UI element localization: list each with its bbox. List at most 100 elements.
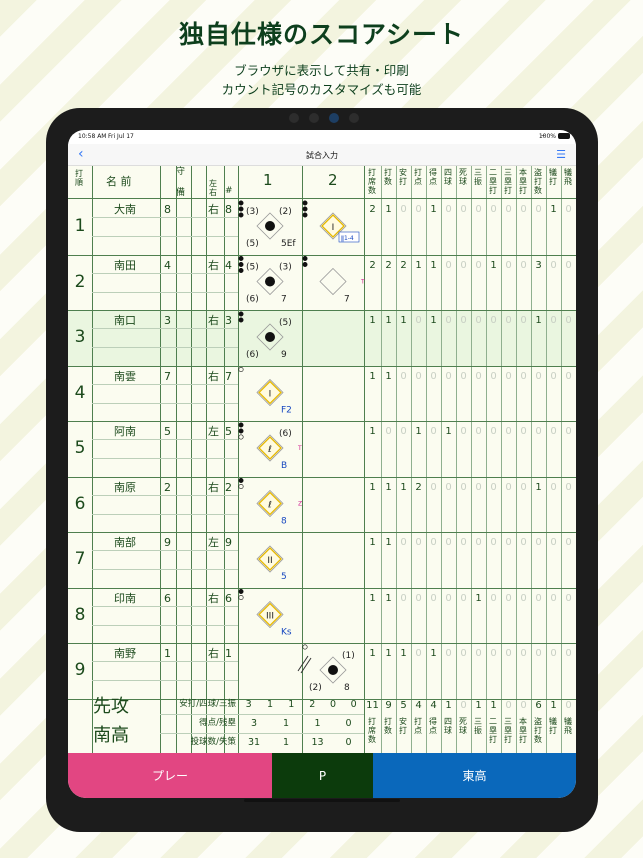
count-dot [302, 644, 308, 650]
side-note: Z [298, 501, 302, 508]
totals-value: 2 [309, 699, 316, 710]
list-icon[interactable]: ☰ [556, 148, 566, 161]
play-button[interactable]: プレー [68, 753, 272, 798]
play-cell[interactable]: ℓ (6) B T [256, 429, 302, 471]
totals-value: 0 [329, 699, 336, 710]
count-dot [238, 422, 244, 428]
count-dot [238, 588, 244, 594]
advance-note: (1) [342, 651, 355, 661]
play-mark: III [266, 612, 274, 622]
stat-footer: 四球 [444, 717, 452, 735]
play-mark: ℓ [267, 445, 272, 455]
count-dot [238, 262, 244, 268]
count-dot [238, 311, 244, 317]
play-cell[interactable]: (3) (2) (5) 5Ef [246, 207, 296, 249]
count-dot [238, 206, 244, 212]
play-cell[interactable]: II 5 [256, 545, 287, 582]
count-dot [302, 256, 308, 262]
total-stat: 0 [460, 700, 467, 711]
stat-footer: 死球 [459, 717, 467, 735]
count-dot [238, 212, 244, 218]
result-note: Ks [281, 628, 292, 638]
team-name: 南高 [93, 725, 129, 746]
stat-footer: 犠飛 [564, 717, 572, 735]
count-dot [238, 594, 244, 600]
total-stat: 1 [475, 700, 482, 711]
stat-footer: 犠打 [549, 717, 557, 735]
run-scored-dot [265, 276, 275, 287]
total-stat: 6 [535, 700, 542, 711]
count-dot [238, 200, 244, 206]
diamond-shape [319, 267, 347, 296]
count-dot [302, 212, 308, 218]
advance-note: (6) [246, 350, 259, 360]
home-indicator [244, 799, 400, 802]
result-note: 9 [281, 350, 287, 360]
play-cell[interactable]: I F2 [256, 378, 292, 416]
result-note: 5 [281, 572, 287, 582]
advance-note: (6) [279, 429, 292, 439]
total-stat: 0 [505, 700, 512, 711]
pitcher-button[interactable]: P [272, 753, 373, 798]
play-mark: I [332, 223, 335, 233]
totals-value: 13 [311, 737, 324, 748]
promo-subtitle-1: ブラウザに表示して共有・印刷 [234, 63, 409, 78]
play-cell[interactable]: I ǁ1-4 [319, 212, 360, 243]
count-dot [238, 434, 244, 440]
camera-dot [349, 113, 359, 123]
score-sheet[interactable]: 打順 名 前 守 備 左右 # 1 2 打席数打数安打打点得点四球死球三振二塁打… [68, 166, 576, 753]
advance-note: (6) [246, 295, 259, 305]
count-dot [302, 200, 308, 206]
side-note: T [297, 445, 302, 452]
stat-footer: 三塁打 [504, 717, 512, 744]
play-diagrams: (3) (2)(5) 5EfIǁ1-4(5) (3)(6) 7 7T(5)(6) 9IF2ℓ… [238, 200, 365, 693]
camera-dot [289, 113, 299, 123]
count-dot [238, 268, 244, 274]
result-note: F2 [281, 406, 292, 416]
stat-footer: 打点 [414, 717, 422, 735]
inning-change-mark [300, 657, 312, 674]
totals-label: 投球数/失策 [190, 737, 236, 747]
totals-value: 3 [245, 699, 252, 710]
advance-note: (2) [279, 207, 292, 217]
total-stat: 4 [430, 700, 437, 711]
run-scored-dot [328, 665, 338, 675]
totals-value: 1 [314, 718, 321, 729]
stat-footer: 打数 [384, 717, 392, 735]
totals-value: 1 [282, 718, 290, 729]
play-cell[interactable]: ℓ8 Z [256, 489, 302, 527]
stat-footer: 打席数 [368, 717, 376, 744]
team-button[interactable]: 東高 [373, 753, 576, 798]
play-mark: I [269, 390, 272, 400]
result-note: 8 [281, 517, 287, 527]
total-stat: 1 [550, 700, 557, 711]
count-dot [302, 206, 308, 212]
stat-footer: 本塁打 [519, 717, 527, 744]
total-stat: 4 [415, 700, 422, 711]
bottom-bar: プレー P 東高 [68, 753, 576, 798]
play-mark: II [267, 556, 272, 566]
play-cell[interactable]: (5) (6) 9 [246, 318, 292, 360]
play-cell[interactable]: (5) (3) (6) 7 [246, 263, 292, 305]
app-screen: 10:58 AM Fri Jul 17 ⌔ 100% ‹ 試合入力 ☰ 打順 名… [68, 130, 576, 798]
nav-title: 試合入力 [306, 151, 338, 160]
total-stat: 1 [445, 700, 452, 711]
advance-note: (5) [246, 263, 259, 273]
status-battery: 100% [538, 133, 556, 140]
status-time: 10:58 AM [78, 133, 107, 140]
stat-footer: 三振 [474, 717, 482, 735]
play-cell[interactable]: 7T [319, 267, 365, 305]
play-cell[interactable]: (1) (2) 8 [309, 651, 355, 693]
battery-icon [558, 133, 570, 139]
totals-value: 3 [250, 718, 258, 729]
advance-note: (3) [279, 263, 292, 273]
play-cell[interactable]: III Ks [256, 600, 292, 638]
run-scored-dot [265, 221, 275, 231]
total-stat: 5 [400, 700, 407, 711]
play-mark: ℓ [267, 501, 272, 511]
count-dot [238, 317, 244, 323]
count-dot [302, 262, 308, 268]
result-note: B [281, 461, 287, 471]
result-note: 7 [281, 295, 287, 305]
advance-note: (2) [309, 683, 322, 693]
